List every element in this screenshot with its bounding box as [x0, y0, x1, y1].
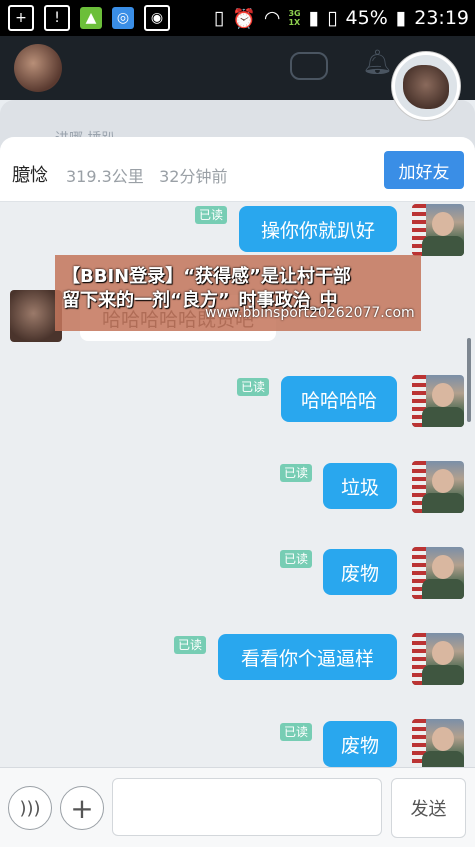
read-tag: 已读: [280, 723, 313, 741]
read-tag: 已读: [237, 378, 270, 396]
last-seen-label: 32分钟前: [159, 167, 228, 186]
scrollbar[interactable]: [467, 338, 471, 422]
voice-input-button[interactable]: ))): [8, 786, 52, 830]
read-tag: 已读: [280, 464, 313, 482]
warning-image-icon: !: [44, 5, 70, 31]
sender-avatar[interactable]: [412, 547, 464, 599]
read-tag: 已读: [174, 636, 207, 654]
message-bubble[interactable]: 垃圾: [323, 463, 397, 509]
plus-square-icon: +: [8, 5, 34, 31]
signal-icon: ▮: [308, 7, 320, 29]
chat-partner-name: 臆惗: [12, 165, 48, 186]
ad-headline-line1: 【BBIN登录】“获得感”是让村干部: [62, 266, 351, 287]
message-bubble[interactable]: 废物: [323, 549, 397, 595]
read-tag: 已读: [195, 206, 228, 224]
battery-icon: ▮: [395, 7, 407, 29]
clock-time: 23:19: [414, 7, 469, 29]
voice-icon: ))): [19, 797, 41, 819]
gamepad-icon[interactable]: [290, 52, 328, 80]
my-avatar[interactable]: [14, 44, 62, 92]
chat-panel: [0, 137, 475, 846]
sender-avatar[interactable]: [412, 461, 464, 513]
sender-avatar[interactable]: [412, 375, 464, 427]
network-type: 3G 1X: [288, 9, 300, 27]
read-tag: 已读: [280, 550, 313, 568]
wechat-icon: ◉: [144, 5, 170, 31]
send-button[interactable]: 发送: [391, 778, 466, 838]
message-bubble[interactable]: 操你你就趴好: [239, 206, 397, 252]
shopping-bag-icon: ▲: [80, 7, 102, 29]
sender-avatar[interactable]: [412, 204, 464, 256]
sim-icon: ▯: [327, 7, 338, 29]
sender-avatar[interactable]: [412, 719, 464, 771]
battery-percent: 45%: [345, 7, 388, 29]
add-friend-button[interactable]: 加好友: [384, 151, 464, 189]
network-top-label: 3G: [288, 9, 301, 18]
bell-icon[interactable]: 🔔︎: [362, 50, 392, 74]
message-text-input[interactable]: [112, 778, 382, 836]
ad-url: www.bbinsport20262077.com: [205, 305, 415, 321]
more-options-button[interactable]: +: [60, 786, 104, 830]
message-bubble[interactable]: 废物: [323, 721, 397, 767]
chat-partner-meta: 319.3公里 32分钟前: [66, 163, 227, 187]
message-bubble[interactable]: 哈哈哈哈: [281, 376, 397, 422]
message-bubble[interactable]: 看看你个逼逼样: [218, 634, 397, 680]
status-bar: + ! ▲ ◎ ◉ ▯ ⏰ ◠ 3G 1X ▮ ▯ 45% ▮ 23:19: [0, 0, 475, 36]
sender-avatar[interactable]: [412, 633, 464, 685]
app-notification-icon: ◎: [112, 7, 134, 29]
network-bottom-label: 1X: [288, 18, 301, 27]
alarm-icon: ⏰: [232, 7, 256, 30]
distance-label: 319.3公里: [66, 167, 144, 186]
plus-icon: +: [70, 791, 94, 825]
partner-profile-avatar[interactable]: [392, 52, 460, 120]
wifi-icon: ◠: [263, 7, 281, 29]
vibrate-icon: ▯: [213, 7, 225, 29]
